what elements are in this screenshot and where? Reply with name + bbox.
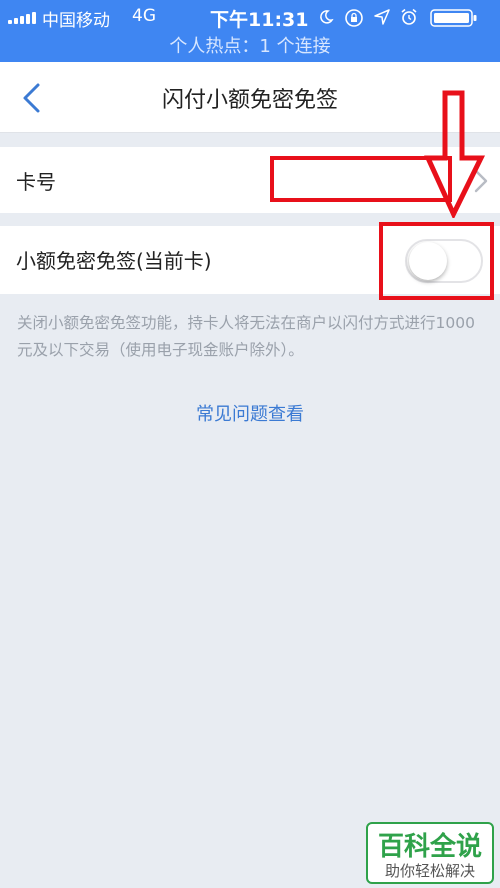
location-icon xyxy=(374,9,390,25)
annotation-box-toggle xyxy=(379,222,494,300)
rotation-lock-icon xyxy=(345,9,363,27)
faq-link[interactable]: 常见问题查看 xyxy=(0,400,500,426)
network-type: 4G xyxy=(132,6,156,26)
feature-description: 关闭小额免密免签功能，持卡人将无法在商户以闪付方式进行1000元及以下交易（使用… xyxy=(17,314,475,359)
carrier-name: 中国移动 xyxy=(42,11,110,31)
annotation-arrow-down-icon xyxy=(424,90,486,218)
alarm-icon xyxy=(401,8,417,25)
moon-icon xyxy=(320,10,334,24)
quick-pay-toggle-label: 小额免密免签(当前卡) xyxy=(16,249,212,273)
watermark-main: 百科全说 xyxy=(377,832,482,862)
battery-icon xyxy=(430,9,477,27)
hotspot-banner[interactable]: 个人热点：1 个连接 xyxy=(0,32,500,58)
watermark-logo: 百科全说 助你轻松解决 xyxy=(366,822,494,884)
watermark-sub: 助你轻松解决 xyxy=(384,862,475,880)
card-number-label: 卡号 xyxy=(16,170,56,194)
status-bar: 中国移动 4G 下午11:31 个人热点：1 个连接 xyxy=(0,0,500,62)
clock: 下午11:31 xyxy=(210,9,309,31)
